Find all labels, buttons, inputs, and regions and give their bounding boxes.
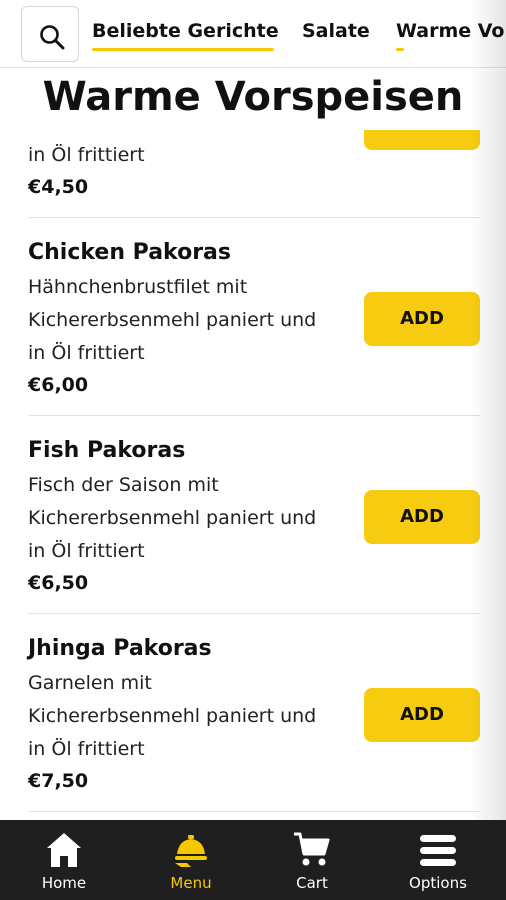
item-description-line: Kichererbsenmehl paniert und — [28, 507, 317, 529]
tab-salate[interactable]: Salate — [302, 20, 370, 42]
item-description-line: Hähnchenbrustfilet mit — [28, 276, 248, 298]
home-icon — [47, 833, 81, 867]
item-description-line: Garnelen mit — [28, 672, 152, 694]
add-button[interactable]: ADD — [364, 688, 480, 742]
active-tab-indicator — [92, 48, 274, 51]
tab-warme-vorspeisen[interactable]: Warme Vo — [396, 20, 505, 42]
item-description-line: Fisch der Saison mit — [28, 474, 219, 496]
add-button-label: ADD — [400, 308, 444, 329]
add-button[interactable]: ADD — [364, 490, 480, 544]
bottom-navigation: Home Menu Cart Options — [0, 820, 506, 900]
item-description-line: in Öl frittiert — [28, 540, 145, 562]
tab-hint-indicator — [396, 48, 404, 51]
nav-menu[interactable]: Menu — [136, 820, 246, 900]
item-divider — [28, 415, 480, 416]
item-name: Chicken Pakoras — [28, 240, 231, 265]
add-button-label: ADD — [400, 506, 444, 527]
item-name: Fish Pakoras — [28, 438, 186, 463]
options-icon — [420, 835, 456, 866]
item-price: €4,50 — [28, 176, 89, 198]
item-description-line: in Öl frittiert — [28, 738, 145, 760]
add-button[interactable]: ADD — [364, 292, 480, 346]
tab-beliebte-gerichte[interactable]: Beliebte Gerichte — [92, 20, 279, 42]
item-price: €7,50 — [28, 770, 89, 792]
nav-options[interactable]: Options — [383, 820, 493, 900]
item-price: €6,50 — [28, 572, 89, 594]
item-description-line: Kichererbsenmehl paniert und — [28, 309, 317, 331]
cart-icon — [294, 832, 330, 866]
item-divider — [28, 613, 480, 614]
nav-cart-label: Cart — [296, 874, 328, 892]
add-button-label: ADD — [400, 704, 444, 725]
section-title: Warme Vorspeisen — [42, 74, 464, 120]
item-name: Jhinga Pakoras — [28, 636, 212, 661]
item-divider — [28, 811, 480, 812]
item-description-line: Kichererbsenmehl paniert und — [28, 705, 317, 727]
nav-cart[interactable]: Cart — [257, 820, 367, 900]
item-description-line: in Öl frittiert — [28, 342, 145, 364]
item-description: in Öl frittiert — [28, 144, 145, 166]
nav-options-label: Options — [409, 874, 467, 892]
item-price: €6,00 — [28, 374, 89, 396]
nav-menu-label: Menu — [170, 874, 212, 892]
nav-home-label: Home — [41, 874, 87, 892]
nav-home[interactable]: Home — [9, 820, 119, 900]
item-divider — [28, 217, 480, 218]
menu-cloche-icon — [175, 835, 207, 867]
category-bar: Beliebte Gerichte Salate Warme Vo — [0, 0, 506, 68]
search-icon — [40, 25, 65, 50]
search-button[interactable] — [21, 6, 79, 62]
